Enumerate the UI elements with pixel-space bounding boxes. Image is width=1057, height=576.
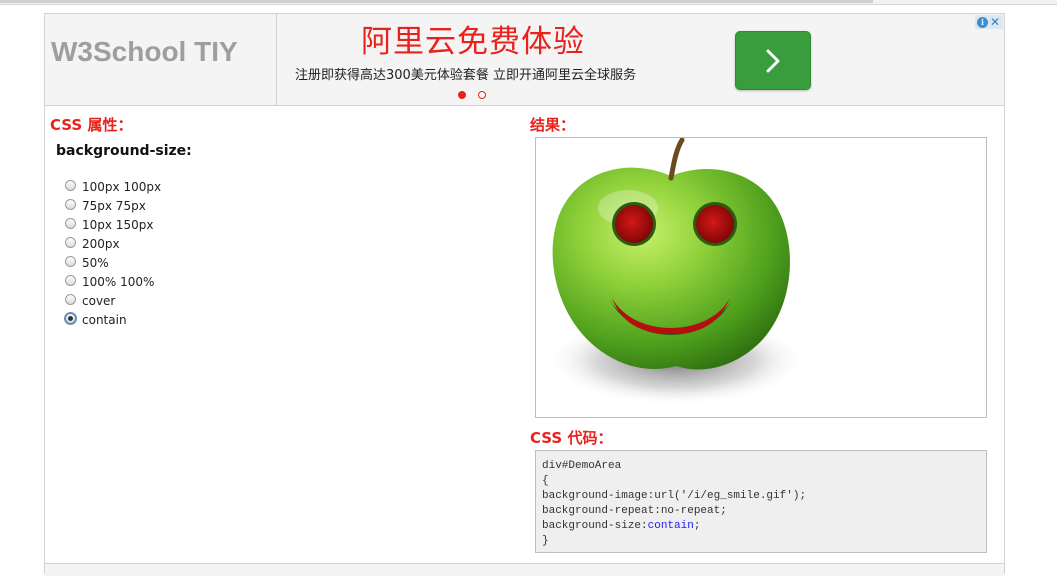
code-punct: ; — [693, 520, 701, 532]
info-icon[interactable]: i — [977, 16, 988, 28]
code-line: background-size:contain; — [542, 519, 986, 534]
option-50-percent[interactable]: 50% — [65, 253, 161, 272]
radio-button[interactable] — [65, 198, 76, 210]
background-size-options: 100px 100px 75px 75px 10px 150px 200px 5… — [64, 177, 161, 329]
ad-title[interactable]: 阿里云免费体验 — [361, 16, 585, 61]
option-cover[interactable]: cover — [65, 291, 161, 310]
css-properties-heading: CSS 属性： — [50, 116, 133, 134]
radio-button-selected[interactable] — [64, 311, 77, 325]
radio-button[interactable] — [65, 255, 76, 267]
carousel-dot[interactable] — [478, 91, 486, 99]
option-contain[interactable]: contain — [64, 310, 161, 329]
option-200px[interactable]: 200px — [65, 234, 161, 253]
option-75px-75px[interactable]: 75px 75px — [65, 196, 161, 215]
code-line: background-repeat:no-repeat; — [542, 505, 727, 517]
css-code-block: div#DemoArea { background-image:url('/i/… — [535, 450, 987, 553]
adchoices-badge[interactable]: i ✕ — [975, 15, 1003, 29]
browser-scroll-indicator — [0, 0, 873, 3]
footer-bar — [45, 563, 1004, 576]
option-100px-100px[interactable]: 100px 100px — [65, 177, 161, 196]
option-100-percent-100-percent[interactable]: 100% 100% — [65, 272, 161, 291]
close-icon[interactable]: ✕ — [990, 16, 1000, 28]
option-10px-150px[interactable]: 10px 150px — [65, 215, 161, 234]
code-value: contain — [647, 520, 694, 532]
code-property: background-size: — [542, 520, 648, 532]
smiling-apple-image — [546, 138, 806, 406]
demo-area — [535, 137, 987, 418]
carousel-dot-active[interactable] — [458, 91, 466, 99]
option-label: 10px 150px — [82, 217, 154, 232]
radio-button[interactable] — [65, 236, 76, 248]
tiy-page-frame: W3School TIY 阿里云免费体验 注册即获得高达300美元体验套餐 立即… — [44, 13, 1005, 576]
chevron-right-icon — [766, 49, 780, 72]
option-label: 200px — [82, 236, 120, 251]
header-divider — [276, 14, 277, 105]
code-line: div#DemoArea — [542, 460, 622, 472]
option-label: 75px 75px — [82, 198, 146, 213]
option-label: contain — [82, 312, 127, 327]
site-logo[interactable]: W3School TIY — [51, 36, 238, 68]
option-label: 50% — [82, 255, 109, 270]
header-ad-banner: W3School TIY 阿里云免费体验 注册即获得高达300美元体验套餐 立即… — [45, 14, 1004, 106]
result-heading: 结果： — [530, 116, 576, 134]
option-label: 100px 100px — [82, 179, 162, 194]
option-label: 100% 100% — [82, 274, 155, 289]
radio-button[interactable] — [65, 274, 76, 286]
ad-next-button[interactable] — [735, 31, 811, 90]
ad-subtitle[interactable]: 注册即获得高达300美元体验套餐 立即开通阿里云全球服务 — [295, 64, 636, 83]
property-name: background-size: — [56, 143, 192, 159]
radio-button[interactable] — [65, 179, 76, 191]
radio-button[interactable] — [65, 217, 76, 229]
code-line: } — [542, 535, 549, 547]
css-code-heading: CSS 代码： — [530, 429, 613, 447]
radio-button[interactable] — [65, 293, 76, 305]
code-line: background-image:url('/i/eg_smile.gif'); — [542, 490, 807, 502]
code-line: { — [542, 475, 549, 487]
option-label: cover — [82, 293, 116, 308]
